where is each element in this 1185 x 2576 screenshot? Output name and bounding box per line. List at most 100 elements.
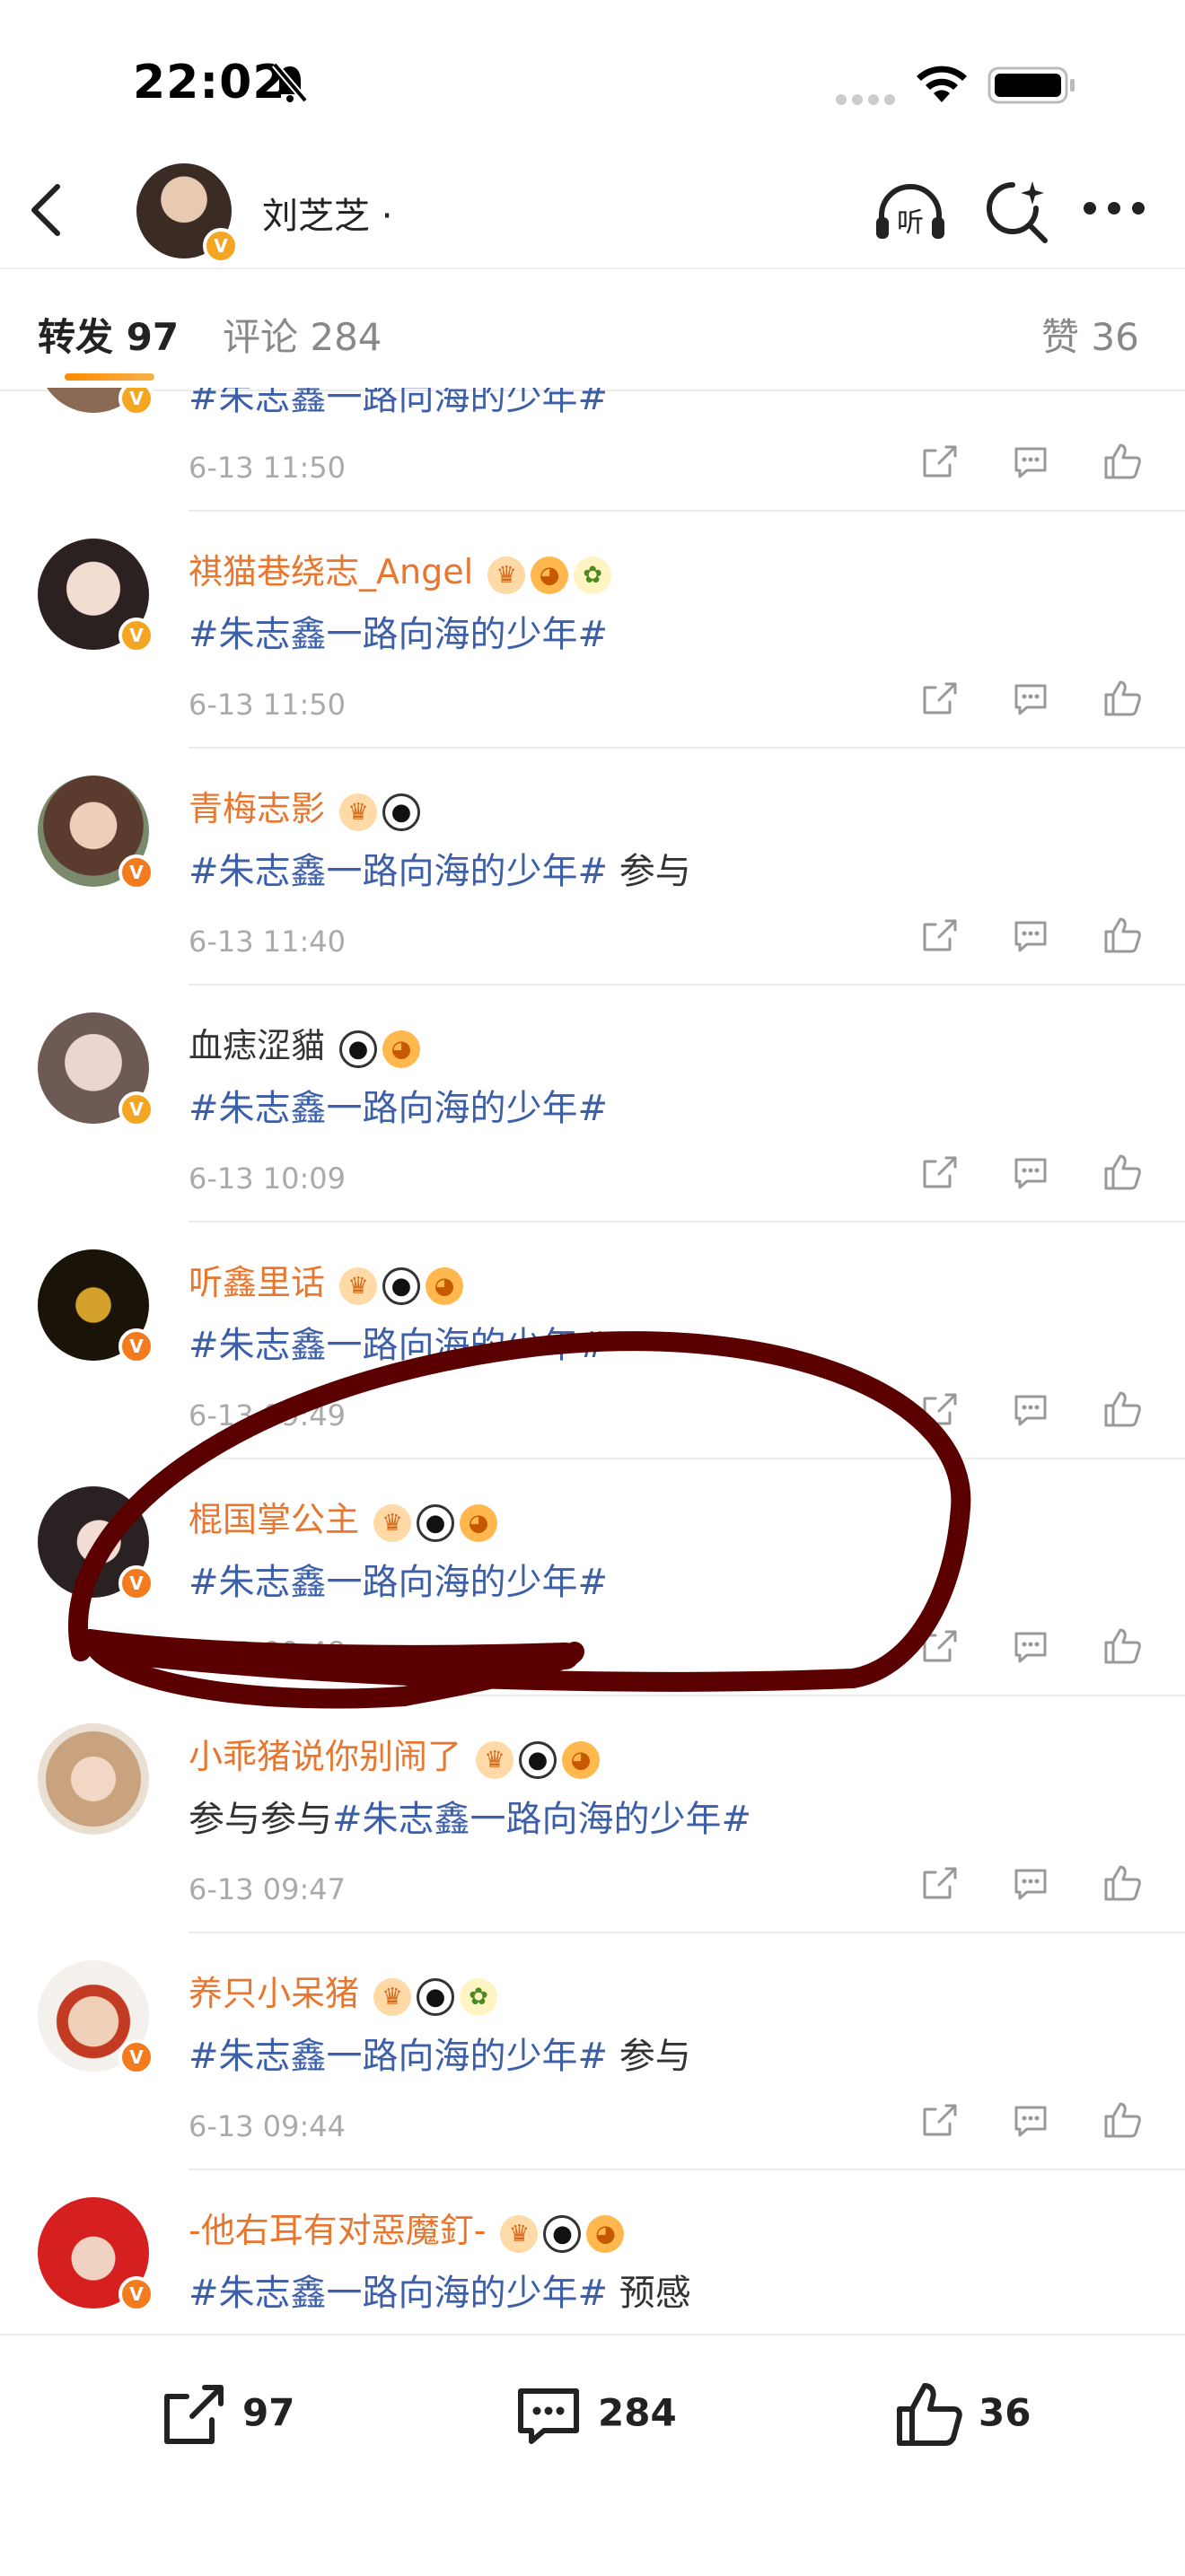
list-item[interactable]: 小乖猪说你别闹了 ♛ ● ◕ 参与参与#朱志鑫一路向海的少年# 6-13 09:47 — [0, 1696, 1185, 1933]
like-icon[interactable] — [1102, 2100, 1142, 2140]
comment-icon[interactable] — [1011, 1863, 1050, 1903]
comment-icon[interactable] — [1011, 442, 1050, 481]
timestamp: 6-13 10:09 — [189, 1161, 347, 1196]
like-icon[interactable] — [1102, 916, 1142, 955]
super-search-icon[interactable] — [982, 178, 1050, 246]
repost-text: 参与参与#朱志鑫一路向海的少年# — [189, 1799, 752, 1840]
like-icon[interactable] — [1102, 442, 1142, 481]
avatar[interactable]: V — [38, 775, 154, 890]
repost-text: #朱志鑫一路向海的少年# 参与 — [189, 851, 691, 892]
tab-repost[interactable]: 转发 97 — [38, 307, 179, 362]
topic-link[interactable]: #朱志鑫一路向海的少年# — [332, 1799, 751, 1840]
tab-comment[interactable]: 评论 284 — [223, 307, 382, 362]
user-name[interactable]: 听鑫里话 ♛ ● ◕ — [189, 1255, 469, 1306]
like-icon[interactable] — [1102, 1626, 1142, 1666]
comment-icon[interactable] — [1011, 2100, 1050, 2140]
list-item[interactable]: V 祺猫巷绕志_Angel ♛ ◕ ✿ #朱志鑫一路向海的少年# 6-13 11:50 — [0, 512, 1185, 749]
comment-button[interactable]: 284 — [514, 2380, 677, 2450]
crown-badge-icon: ♛ — [476, 1741, 514, 1780]
share-icon[interactable] — [919, 442, 959, 481]
avatar[interactable]: V — [38, 2197, 154, 2312]
list-item[interactable]: V 养只小呆猪 ♛ ● ✿ #朱志鑫一路向海的少年# 参与 6-13 09:44 — [0, 1933, 1185, 2170]
avatar[interactable]: V — [38, 388, 154, 416]
tab-like[interactable]: 赞 36 — [1041, 307, 1139, 362]
battery-icon — [988, 66, 1075, 104]
timestamp: 6-13 09:47 — [189, 1872, 347, 1906]
user-name[interactable]: 棍国掌公主 ♛ ● ◕ — [189, 1492, 503, 1543]
share-icon[interactable] — [919, 1626, 959, 1666]
avatar[interactable]: V — [38, 1960, 154, 2075]
flower-badge-icon: ✿ — [574, 556, 612, 595]
like-icon[interactable] — [1102, 679, 1142, 718]
panda-badge-icon: ● — [382, 793, 421, 832]
comment-icon[interactable] — [1011, 1626, 1050, 1666]
share-icon[interactable] — [919, 679, 959, 718]
like-button[interactable]: 36 — [894, 2380, 1031, 2450]
like-icon[interactable] — [1102, 1152, 1142, 1192]
avatar[interactable]: V — [38, 1486, 154, 1601]
repost-text: #朱志鑫一路向海的少年# 参与 — [189, 2036, 691, 2077]
panda-badge-icon: ● — [382, 1267, 421, 1306]
bottom-action-bar: 97 284 36 — [0, 2334, 1185, 2576]
panda-badge-icon: ● — [543, 2215, 582, 2254]
list-item[interactable]: V -他右耳有对惡魔釘- ♛ ● ◕ #朱志鑫一路向海的少年# 预感 — [0, 2170, 1185, 2334]
user-name[interactable]: 青梅志影 ♛ ● — [189, 781, 426, 832]
share-icon[interactable] — [919, 1152, 959, 1192]
user-name[interactable]: 小乖猪说你别闹了 ♛ ● ◕ — [189, 1729, 605, 1780]
share-icon[interactable] — [919, 1863, 959, 1903]
comment-icon[interactable] — [1011, 916, 1050, 955]
share-icon[interactable] — [919, 2100, 959, 2140]
like-icon — [897, 2383, 962, 2446]
author-avatar[interactable]: V — [136, 163, 239, 264]
avatar[interactable] — [38, 1723, 149, 1835]
timestamp: 6-13 11:50 — [189, 451, 347, 485]
comment-icon[interactable] — [1011, 1152, 1050, 1192]
more-icon[interactable] — [1083, 201, 1146, 215]
comment-icon[interactable] — [1011, 679, 1050, 718]
topic-link[interactable]: #朱志鑫一路向海的少年# — [189, 1088, 608, 1129]
panda-badge-icon: ● — [417, 1978, 455, 2017]
avatar[interactable]: V — [38, 1012, 154, 1127]
listen-icon[interactable]: 听 — [873, 181, 948, 244]
topic-link[interactable]: #朱志鑫一路向海的少年# — [189, 1325, 608, 1366]
list-item[interactable]: V #朱志鑫一路向海的少年# 6-13 11:50 — [0, 388, 1185, 512]
share-icon[interactable] — [919, 1389, 959, 1429]
list-item[interactable]: V 棍国掌公主 ♛ ● ◕ #朱志鑫一路向海的少年# 6-13 09:48 — [0, 1459, 1185, 1696]
comment-icon[interactable] — [1011, 1389, 1050, 1429]
user-name[interactable]: -他右耳有对惡魔釘- ♛ ● ◕ — [189, 2203, 629, 2254]
fish-badge-icon: ◕ — [562, 1741, 601, 1780]
avatar[interactable]: V — [38, 539, 154, 653]
verified-badge-icon: V — [118, 1091, 154, 1127]
topic-link[interactable]: #朱志鑫一路向海的少年# — [189, 851, 608, 892]
crown-badge-icon: ♛ — [500, 2215, 539, 2254]
topic-link[interactable]: #朱志鑫一路向海的少年# — [189, 2036, 608, 2077]
list-item[interactable]: V 听鑫里话 ♛ ● ◕ #朱志鑫一路向海的少年# 6-13 09:49 — [0, 1222, 1185, 1459]
like-icon[interactable] — [1102, 1863, 1142, 1903]
timestamp: 6-13 11:50 — [189, 688, 347, 722]
topic-link[interactable]: #朱志鑫一路向海的少年# — [189, 388, 608, 418]
fish-badge-icon: ◕ — [382, 1030, 421, 1069]
author-name[interactable]: 刘芝芝 · — [262, 187, 392, 239]
topic-link[interactable]: #朱志鑫一路向海的少年# — [189, 2273, 608, 2314]
user-name[interactable]: 祺猫巷绕志_Angel ♛ ◕ ✿ — [189, 544, 617, 595]
repost-text: #朱志鑫一路向海的少年# — [189, 1079, 608, 1131]
verified-badge-icon: V — [118, 2276, 154, 2312]
user-name[interactable]: 养只小呆猪 ♛ ● ✿ — [189, 1966, 503, 2017]
topic-link[interactable]: #朱志鑫一路向海的少年# — [189, 1562, 608, 1603]
list-item[interactable]: V 血痣涩貓 ● ◕ #朱志鑫一路向海的少年# 6-13 10:09 — [0, 986, 1185, 1222]
topic-link[interactable]: #朱志鑫一路向海的少年# — [189, 614, 608, 655]
repost-list[interactable]: V #朱志鑫一路向海的少年# 6-13 11:50 V 祺猫巷绕志_Angel ♛… — [0, 388, 1185, 2334]
repost-text: #朱志鑫一路向海的少年# — [189, 1553, 608, 1605]
like-icon[interactable] — [1102, 1389, 1142, 1429]
back-icon[interactable] — [27, 181, 66, 239]
verified-badge-icon: V — [118, 1565, 154, 1601]
fish-badge-icon: ◕ — [586, 2215, 625, 2254]
list-item[interactable]: V 青梅志影 ♛ ● #朱志鑫一路向海的少年# 参与 6-13 11:40 — [0, 749, 1185, 986]
crown-badge-icon: ♛ — [339, 1267, 378, 1306]
avatar[interactable]: V — [38, 1249, 154, 1364]
user-name[interactable]: 血痣涩貓 ● ◕ — [189, 1018, 426, 1069]
panda-badge-icon: ● — [339, 1030, 378, 1069]
crown-badge-icon: ♛ — [487, 556, 526, 595]
repost-button[interactable]: 97 — [158, 2380, 294, 2450]
share-icon[interactable] — [919, 916, 959, 955]
